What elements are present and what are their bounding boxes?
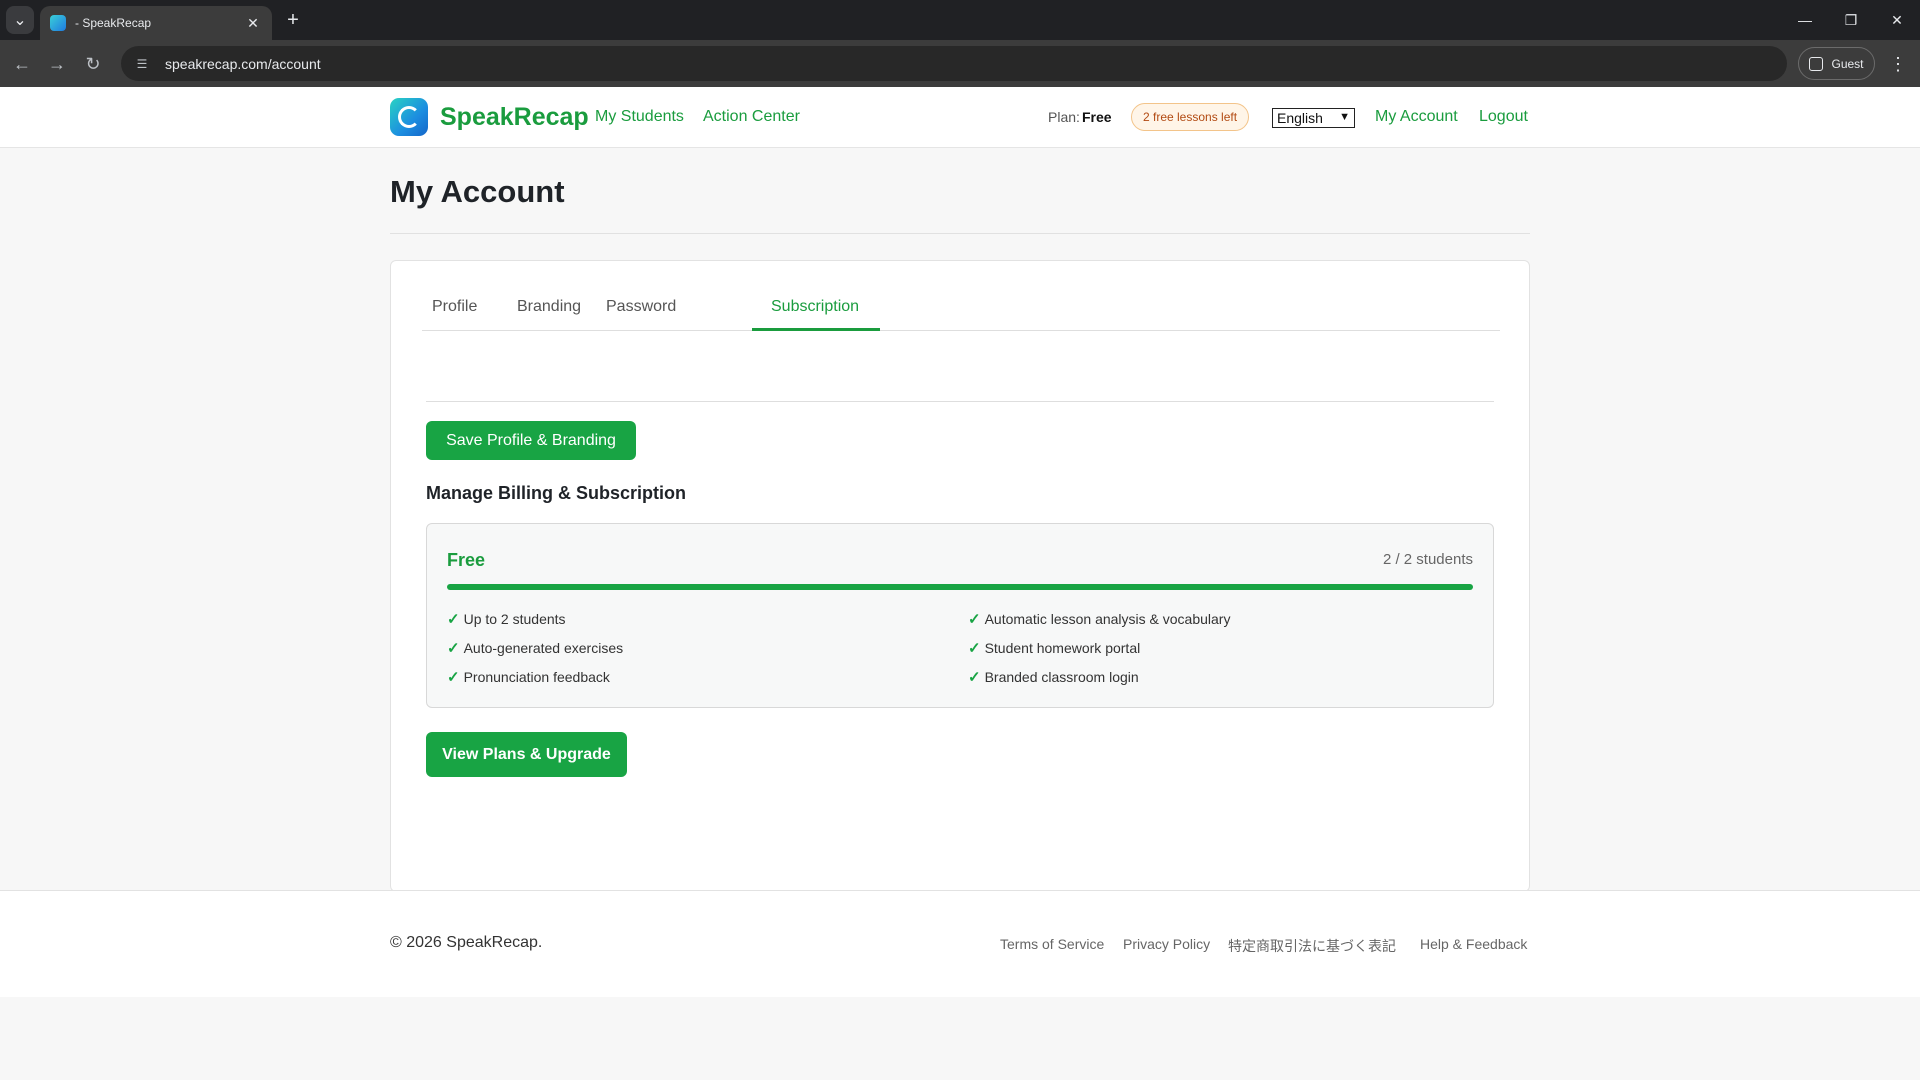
check-icon: ✓ xyxy=(968,669,981,686)
feature-item: ✓ Auto-generated exercises xyxy=(447,639,623,657)
minimize-icon[interactable]: — xyxy=(1782,0,1828,40)
tab-branding[interactable]: Branding xyxy=(517,298,581,316)
kebab-menu-icon[interactable]: ⋮ xyxy=(1884,50,1912,78)
profile-button[interactable]: Guest xyxy=(1798,47,1875,80)
tab-profile[interactable]: Profile xyxy=(432,298,477,316)
page: SpeakRecap My Students Action Center Pla… xyxy=(0,87,1920,1080)
feature-item: ✓ Automatic lesson analysis & vocabulary xyxy=(968,610,1230,628)
privacy-link[interactable]: Privacy Policy xyxy=(1123,936,1210,952)
feature-label: Up to 2 students xyxy=(463,611,566,627)
chevron-down-icon: ▼ xyxy=(1339,111,1350,123)
plan-card: Free 2 / 2 students ✓ Up to 2 students ✓… xyxy=(426,523,1494,708)
copyright-text: © 2026 SpeakRecap. xyxy=(390,934,543,951)
favicon-icon xyxy=(50,15,66,31)
logo-icon[interactable] xyxy=(390,98,428,136)
plan-value: Free xyxy=(1082,109,1112,125)
nav-action-center[interactable]: Action Center xyxy=(703,108,800,126)
feature-item: ✓ Branded classroom login xyxy=(968,668,1139,686)
feature-label: Auto-generated exercises xyxy=(463,640,624,656)
check-icon: ✓ xyxy=(968,640,981,657)
check-icon: ✓ xyxy=(447,640,460,657)
terms-link[interactable]: Terms of Service xyxy=(1000,936,1104,952)
active-tab-indicator xyxy=(752,328,880,331)
site-footer: © 2026 SpeakRecap. Terms of Service Priv… xyxy=(0,890,1920,997)
check-icon: ✓ xyxy=(968,611,981,628)
reload-icon[interactable]: ↻ xyxy=(79,50,107,78)
page-title: My Account xyxy=(390,174,565,209)
site-info-icon[interactable]: ☰ xyxy=(131,53,153,75)
my-account-link[interactable]: My Account xyxy=(1375,108,1458,126)
window-close-icon[interactable]: ✕ xyxy=(1874,0,1920,40)
profile-label: Guest xyxy=(1831,56,1864,71)
feature-item: ✓ Student homework portal xyxy=(968,639,1140,657)
tab-list-icon[interactable]: ⌄ xyxy=(6,6,34,34)
brand-name[interactable]: SpeakRecap xyxy=(440,103,589,132)
feature-label: Automatic lesson analysis & vocabulary xyxy=(984,611,1231,627)
site-header: SpeakRecap My Students Action Center Pla… xyxy=(0,87,1920,148)
browser-toolbar: ← → ↻ ☰ speakrecap.com/account Guest ⋮ xyxy=(0,40,1920,87)
commercial-law-link[interactable]: 特定商取引法に基づく表記 xyxy=(1228,936,1396,956)
restore-icon[interactable]: ❐ xyxy=(1828,0,1874,40)
feature-label: Student homework portal xyxy=(984,640,1141,656)
divider xyxy=(426,401,1494,402)
forward-icon[interactable]: → xyxy=(43,50,71,78)
feature-item: ✓ Up to 2 students xyxy=(447,610,566,628)
lessons-left-badge: 2 free lessons left xyxy=(1131,103,1250,131)
check-icon: ✓ xyxy=(447,669,460,686)
tab-subscription[interactable]: Subscription xyxy=(771,298,859,316)
plus-icon[interactable]: + xyxy=(282,9,304,31)
language-select[interactable]: English ▼ xyxy=(1272,108,1355,128)
tab-password[interactable]: Password xyxy=(606,298,676,316)
address-bar[interactable]: ☰ speakrecap.com/account xyxy=(121,46,1787,81)
feature-label: Branded classroom login xyxy=(984,669,1139,685)
logout-link[interactable]: Logout xyxy=(1479,108,1528,126)
plan-label: Plan: xyxy=(1048,109,1080,125)
close-icon[interactable]: ✕ xyxy=(244,14,262,32)
plan-name: Free xyxy=(447,550,486,570)
divider xyxy=(390,233,1530,234)
save-profile-branding-button[interactable]: Save Profile & Branding xyxy=(426,421,636,460)
profile-icon xyxy=(1809,56,1824,71)
browser-tab-bar: ⌄ - SpeakRecap ✕ + — ❐ ✕ xyxy=(0,0,1920,40)
back-icon[interactable]: ← xyxy=(8,50,36,78)
usage-progress-bar xyxy=(447,584,1473,590)
language-value: English xyxy=(1277,110,1323,126)
check-icon: ✓ xyxy=(447,611,460,628)
view-plans-upgrade-button[interactable]: View Plans & Upgrade xyxy=(426,732,627,777)
plan-usage-text: 2 / 2 students xyxy=(1382,551,1473,568)
url-text: speakrecap.com/account xyxy=(165,55,321,72)
account-card: Profile Branding Password Subscription S… xyxy=(390,260,1530,892)
feature-item: ✓ Pronunciation feedback xyxy=(447,668,610,686)
nav-my-students[interactable]: My Students xyxy=(595,108,684,126)
feature-label: Pronunciation feedback xyxy=(463,669,610,685)
account-tabs: Profile Branding Password Subscription xyxy=(422,261,1500,331)
browser-tab[interactable]: - SpeakRecap ✕ xyxy=(40,6,272,40)
billing-section-title: Manage Billing & Subscription xyxy=(426,483,687,503)
tab-title: - SpeakRecap xyxy=(75,16,152,30)
usage-progress-fill xyxy=(447,584,1473,590)
help-feedback-link[interactable]: Help & Feedback xyxy=(1420,936,1527,952)
